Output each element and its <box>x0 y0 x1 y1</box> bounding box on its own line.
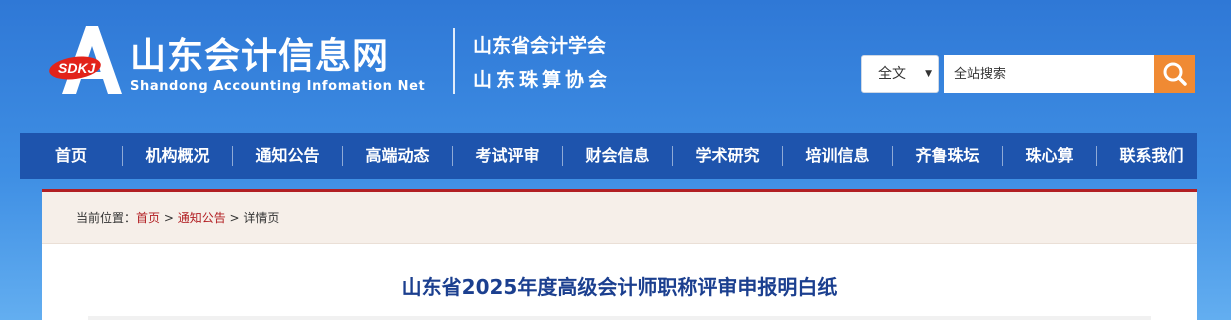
main-nav: 首页 机构概况 通知公告 高端动态 考试评审 财会信息 学术研究 培训信息 齐鲁… <box>20 133 1197 179</box>
article-title: 山东省2025年度高级会计师职称评审申报明白纸 <box>401 275 838 299</box>
nav-item-qilu-forum[interactable]: 齐鲁珠坛 <box>893 133 1002 179</box>
search-icon <box>1163 62 1187 86</box>
dropdown-arrow-icon: ▼ <box>925 69 932 79</box>
nav-item-exams-review[interactable]: 考试评审 <box>453 133 562 179</box>
site-title: 山东会计信息网 <box>130 36 390 77</box>
nav-item-academic-research[interactable]: 学术研究 <box>673 133 782 179</box>
breadcrumb-prefix: 当前位置： <box>76 211 137 225</box>
nav-item-training[interactable]: 培训信息 <box>783 133 892 179</box>
title-divider <box>88 316 1151 320</box>
search-scope-select[interactable]: 全文 ▼ <box>861 55 939 93</box>
search-button[interactable] <box>1154 55 1195 93</box>
breadcrumb-separator: > <box>160 211 178 225</box>
nav-item-contact[interactable]: 联系我们 <box>1097 133 1206 179</box>
breadcrumb-section-link[interactable]: 通知公告 <box>178 211 226 225</box>
breadcrumb: 当前位置：首页 > 通知公告 > 详情页 <box>76 209 279 226</box>
breadcrumb-current: 详情页 <box>243 211 280 225</box>
search-scope-value: 全文 <box>878 66 906 82</box>
nav-item-notices[interactable]: 通知公告 <box>233 133 342 179</box>
svg-text:SDKJ: SDKJ <box>58 60 97 76</box>
site-subtitle: Shandong Accounting Infomation Net <box>130 79 426 94</box>
breadcrumb-separator: > <box>225 211 244 225</box>
nav-item-finance-info[interactable]: 财会信息 <box>563 133 672 179</box>
nav-item-home[interactable]: 首页 <box>20 133 122 179</box>
search-input[interactable] <box>944 55 1154 93</box>
breadcrumb-bar: 当前位置：首页 > 通知公告 > 详情页 <box>42 192 1197 244</box>
org-name-accounting-society: 山东省会计学会 <box>473 35 607 57</box>
nav-item-high-end-news[interactable]: 高端动态 <box>343 133 452 179</box>
header-divider <box>453 28 455 94</box>
sdkj-logo[interactable]: SDKJ <box>48 24 132 96</box>
content-panel: 当前位置：首页 > 通知公告 > 详情页 山东省2025年度高级会计师职称评审申… <box>42 189 1197 320</box>
nav-item-mental-abacus[interactable]: 珠心算 <box>1003 133 1096 179</box>
breadcrumb-home-link[interactable]: 首页 <box>136 211 160 225</box>
site-header: SDKJ 山东会计信息网 Shandong Accounting Infomat… <box>0 0 1231 130</box>
nav-item-organization[interactable]: 机构概况 <box>123 133 232 179</box>
org-name-abacus-association: 山东珠算协会 <box>473 69 612 91</box>
